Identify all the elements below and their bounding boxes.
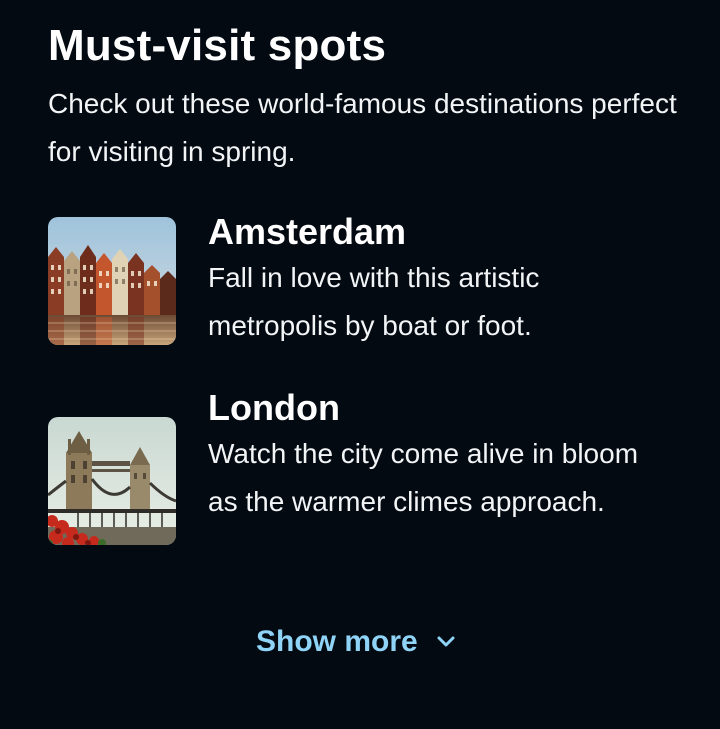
destination-description: Watch the city come alive in bloom as th…: [208, 438, 639, 517]
chevron-down-icon: [437, 636, 455, 647]
tower-bridge-image: [48, 417, 176, 545]
must-visit-spots-card: Must-visit spots Check out these world-f…: [0, 0, 720, 729]
amsterdam-thumbnail: [48, 217, 176, 345]
show-more-label: Show more: [256, 625, 418, 658]
london-thumbnail: [48, 417, 176, 545]
section-title: Must-visit spots: [48, 21, 387, 70]
amsterdam-canal-houses-image: [48, 217, 176, 345]
destination-title: London: [208, 387, 340, 428]
show-more-button[interactable]: Show more: [256, 618, 456, 666]
destination-title: Amsterdam: [208, 211, 407, 252]
destination-description: Fall in love with this artistic metropol…: [208, 262, 540, 341]
section-subtitle: Check out these world-famous destination…: [48, 88, 677, 167]
